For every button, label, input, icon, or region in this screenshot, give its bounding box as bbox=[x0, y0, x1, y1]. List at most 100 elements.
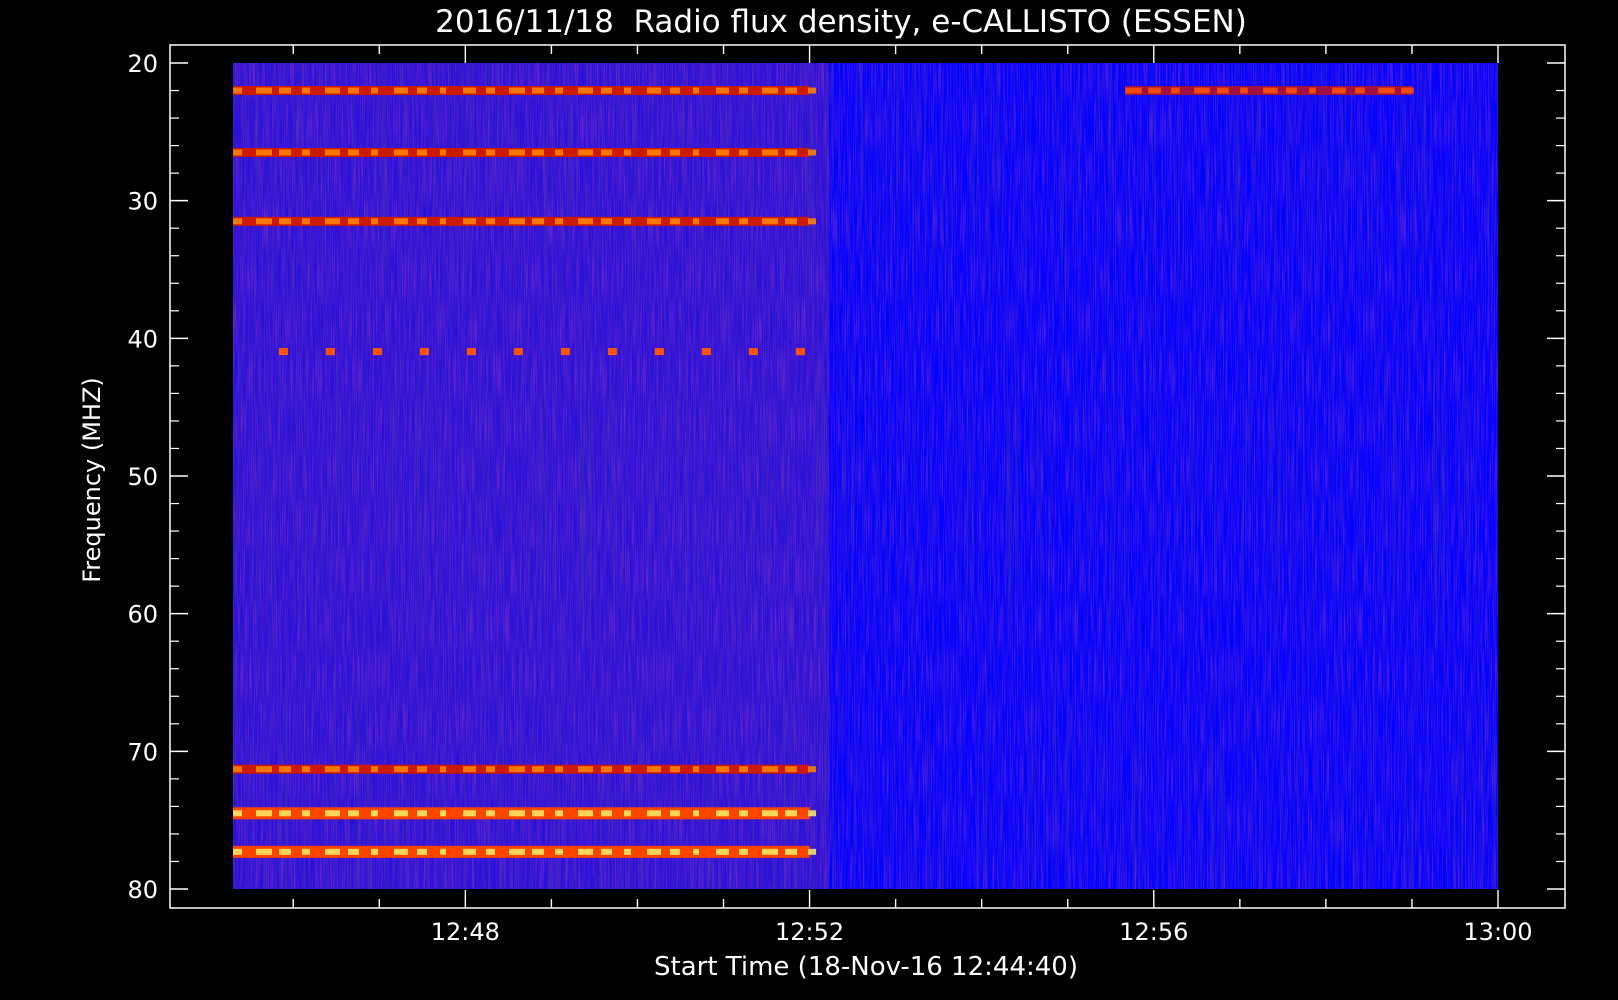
spectrogram-figure: 2016/11/18 Radio flux density, e-CALLIST… bbox=[78, 4, 1566, 982]
emission-band-peak bbox=[785, 848, 797, 855]
emission-band-peak bbox=[670, 766, 680, 773]
emission-band-peak bbox=[302, 87, 310, 94]
emission-band-peak bbox=[233, 848, 242, 855]
emission-band-peak bbox=[463, 848, 476, 855]
emission-band-peak bbox=[578, 810, 593, 817]
emission-band-peak bbox=[394, 810, 408, 817]
emission-band-peak bbox=[647, 810, 661, 817]
emission-band-peak bbox=[808, 848, 816, 855]
emission-spike bbox=[466, 348, 476, 356]
emission-band-peak bbox=[532, 848, 544, 855]
emission-band-peak bbox=[555, 810, 563, 817]
emission-band-peak bbox=[693, 848, 699, 855]
emission-band-peak bbox=[762, 87, 778, 94]
emission-band-peak bbox=[785, 87, 797, 94]
emission-band-peak bbox=[440, 149, 446, 156]
emission-band-peak bbox=[532, 766, 544, 773]
emission-band-peak bbox=[1355, 87, 1365, 94]
emission-band-peak bbox=[440, 87, 446, 94]
emission-band-peak bbox=[808, 218, 816, 225]
emission-band-peak bbox=[371, 87, 378, 94]
emission-band-peak bbox=[371, 848, 378, 855]
emission-band-peak bbox=[325, 848, 340, 855]
emission-band-peak bbox=[624, 848, 631, 855]
emission-band-peak bbox=[233, 766, 242, 773]
emission-band-peak bbox=[739, 766, 748, 773]
emission-band-peak bbox=[716, 87, 729, 94]
emission-band-peak bbox=[348, 87, 359, 94]
emission-band-peak bbox=[532, 87, 544, 94]
emission-band-peak bbox=[578, 218, 593, 225]
emission-band-peak bbox=[601, 149, 612, 156]
emission-band-peak bbox=[486, 149, 495, 156]
emission-band-peak bbox=[785, 810, 797, 817]
emission-spike bbox=[748, 348, 758, 356]
x-tick-label: 12:48 bbox=[431, 918, 500, 946]
emission-band-peak bbox=[693, 810, 699, 817]
emission-band-peak bbox=[693, 766, 699, 773]
emission-spike bbox=[701, 348, 711, 356]
y-tick-label: 70 bbox=[127, 738, 158, 766]
emission-band-peak bbox=[762, 810, 778, 817]
emission-band-peak bbox=[670, 149, 680, 156]
emission-band-peak bbox=[348, 766, 359, 773]
emission-band-peak bbox=[279, 218, 291, 225]
emission-band-peak bbox=[739, 810, 748, 817]
emission-band-peak bbox=[762, 848, 778, 855]
emission-band-peak bbox=[256, 766, 272, 773]
emission-band-peak bbox=[670, 218, 680, 225]
emission-band-peak bbox=[670, 87, 680, 94]
emission-band-peak bbox=[509, 87, 525, 94]
emission-band-peak bbox=[1309, 87, 1316, 94]
emission-band-peak bbox=[1332, 87, 1346, 94]
emission-band-peak bbox=[716, 810, 729, 817]
emission-band-peak bbox=[509, 810, 525, 817]
emission-band-peak bbox=[1378, 87, 1395, 94]
spectrogram-image bbox=[233, 63, 1498, 889]
emission-band-peak bbox=[785, 218, 797, 225]
emission-band-peak bbox=[440, 766, 446, 773]
emission-band-peak bbox=[279, 149, 291, 156]
emission-band-peak bbox=[555, 848, 563, 855]
y-axis-label: Frequency (MHZ) bbox=[78, 377, 106, 583]
emission-band-peak bbox=[647, 848, 661, 855]
emission-band-peak bbox=[555, 149, 563, 156]
emission-band-peak bbox=[578, 766, 593, 773]
emission-band-peak bbox=[417, 149, 427, 156]
y-tick-label: 30 bbox=[127, 188, 158, 216]
emission-band-peak bbox=[417, 810, 427, 817]
emission-band-peak bbox=[302, 810, 310, 817]
emission-band-peak bbox=[302, 218, 310, 225]
emission-spike bbox=[325, 348, 335, 356]
y-tick-label: 50 bbox=[127, 463, 158, 491]
emission-spike bbox=[278, 348, 288, 356]
emission-band-peak bbox=[555, 218, 563, 225]
emission-band-peak bbox=[624, 218, 631, 225]
emission-band-peak bbox=[348, 810, 359, 817]
emission-band-peak bbox=[348, 848, 359, 855]
emission-band-peak bbox=[371, 149, 378, 156]
emission-spike bbox=[560, 348, 570, 356]
emission-band-peak bbox=[1125, 87, 1142, 94]
y-tick-label: 40 bbox=[127, 325, 158, 353]
y-tick-label: 20 bbox=[127, 50, 158, 78]
emission-spike bbox=[607, 348, 617, 356]
chart-title: 2016/11/18 Radio flux density, e-CALLIST… bbox=[435, 4, 1247, 40]
emission-band-peak bbox=[486, 810, 495, 817]
emission-band-peak bbox=[647, 87, 661, 94]
emission-band-peak bbox=[647, 218, 661, 225]
emission-band-peak bbox=[394, 87, 408, 94]
emission-band-peak bbox=[509, 218, 525, 225]
emission-band-peak bbox=[348, 218, 359, 225]
emission-band-peak bbox=[716, 766, 729, 773]
emission-band-peak bbox=[716, 848, 729, 855]
emission-band-peak bbox=[624, 810, 631, 817]
emission-band-peak bbox=[463, 87, 476, 94]
emission-band-peak bbox=[486, 87, 495, 94]
emission-band-peak bbox=[1171, 87, 1180, 94]
x-tick-label: 13:00 bbox=[1463, 918, 1532, 946]
emission-band-peak bbox=[325, 766, 340, 773]
emission-band-peak bbox=[601, 218, 612, 225]
emission-band-peak bbox=[279, 766, 291, 773]
emission-band-peak bbox=[624, 87, 631, 94]
